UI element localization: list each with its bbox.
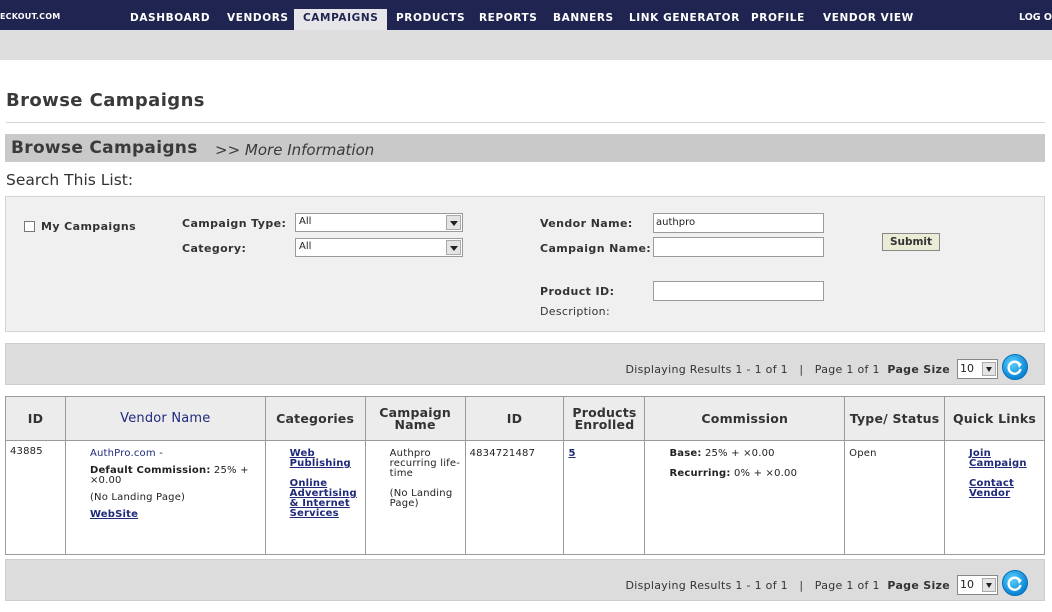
sub-nav-bar [0, 30, 1052, 60]
website-link[interactable]: WebSite [90, 510, 261, 520]
recurring-value: 0% + ×0.00 [733, 468, 798, 479]
cell-categories: Web Publishing Online Advertising & Inte… [264, 440, 366, 555]
results-summary: Displaying Results 1 - 1 of 1 | Page 1 o… [625, 579, 950, 592]
base-label: Base: [669, 448, 702, 459]
nav-vendors[interactable]: VENDORS [227, 9, 289, 30]
vendor-landing-page: (No Landing Page) [89, 492, 186, 503]
cell-commission: Base: 25% + ×0.00 Recurring: 0% + ×0.00 [644, 440, 846, 555]
results-summary: Displaying Results 1 - 1 of 1 | Page 1 o… [625, 363, 950, 376]
campaign-name-text: Authpro recurring life-time [389, 448, 461, 479]
product-id-label: Product ID: [540, 285, 615, 298]
more-information-link[interactable]: >> More Information [215, 141, 374, 159]
title-divider [6, 122, 1045, 123]
category-label: Category: [182, 242, 247, 255]
vendor-name-link[interactable]: AuthPro.com [90, 448, 156, 459]
nav-banners[interactable]: BANNERS [553, 9, 614, 30]
vendor-name-label: Vendor Name: [540, 217, 633, 230]
page-size-select[interactable]: 10 [957, 359, 998, 379]
page-indicator: Page 1 of 1 [814, 579, 880, 592]
search-form: My Campaigns Campaign Type: All Category… [5, 196, 1045, 332]
col-type-status: Type/ Status [844, 396, 945, 441]
cell-id: 43885 [5, 440, 66, 555]
recurring-label: Recurring: [669, 468, 731, 479]
category-web-publishing-link[interactable]: Web Publishing [290, 449, 361, 469]
description-label: Description: [540, 305, 610, 318]
page-size-label: Page Size [887, 363, 950, 376]
results-bar-bottom: Displaying Results 1 - 1 of 1 | Page 1 o… [5, 559, 1045, 601]
my-campaigns-label: My Campaigns [41, 220, 137, 233]
results-bar-top: Displaying Results 1 - 1 of 1 | Page 1 o… [5, 343, 1045, 385]
nav-dashboard[interactable]: DASHBOARD [130, 9, 210, 30]
category-online-advertising-link[interactable]: Online Advertising & Internet Services [290, 479, 361, 519]
refresh-icon[interactable] [1002, 570, 1028, 596]
contact-vendor-link[interactable]: Contact Vendor [969, 479, 1040, 499]
table-header-row: ID Vendor Name Categories Campaign Name … [5, 396, 1046, 441]
cell-products-enrolled: 5 [563, 440, 646, 555]
separator: | [799, 363, 804, 376]
nav-reports[interactable]: REPORTS [479, 9, 537, 30]
category-select[interactable]: All [295, 238, 463, 257]
vendor-name-input[interactable]: authpro [653, 213, 824, 233]
product-id-input[interactable] [653, 281, 824, 301]
chevron-down-icon[interactable] [982, 578, 996, 592]
section-title: Browse Campaigns [11, 138, 198, 158]
displaying-results-text: Displaying Results 1 - 1 of 1 [625, 579, 788, 592]
campaigns-table: ID Vendor Name Categories Campaign Name … [5, 396, 1046, 555]
page-indicator: Page 1 of 1 [814, 363, 880, 376]
col-vendor-name[interactable]: Vendor Name [64, 396, 266, 441]
chevron-down-icon[interactable] [446, 215, 461, 230]
page-size-value: 10 [960, 362, 974, 375]
nav-products[interactable]: PRODUCTS [396, 9, 465, 30]
page-size-select[interactable]: 10 [957, 575, 998, 595]
logout-link[interactable]: LOG O [1019, 12, 1052, 23]
cell-campaign-id: 4834721487 [464, 440, 565, 555]
nav-campaigns[interactable]: CAMPAIGNS [294, 9, 388, 30]
cell-status: Open [844, 440, 945, 555]
table-row: 43885 AuthPro.com - Default Commission: … [5, 440, 1046, 555]
cell-quick-links: Join Campaign Contact Vendor [943, 440, 1046, 555]
vendor-dash: - [159, 448, 164, 459]
cell-campaign-name: Authpro recurring life-time (No Landing … [364, 440, 466, 555]
page-size-label: Page Size [887, 579, 950, 592]
refresh-icon[interactable] [1002, 354, 1028, 380]
my-campaigns-checkbox[interactable] [24, 221, 35, 232]
nav-vendor-view[interactable]: VENDOR VIEW [823, 9, 914, 30]
col-campaign-name: Campaign Name [364, 396, 466, 441]
join-campaign-link[interactable]: Join Campaign [969, 449, 1040, 469]
campaign-type-select[interactable]: All [295, 213, 463, 232]
base-value: 25% + ×0.00 [704, 448, 775, 459]
logo: ECKOUT.COM [0, 12, 61, 21]
separator: | [799, 579, 804, 592]
products-enrolled-link[interactable]: 5 [568, 449, 640, 459]
chevron-down-icon[interactable] [982, 362, 996, 376]
page-size-value: 10 [960, 578, 974, 591]
search-heading: Search This List: [6, 171, 134, 189]
submit-button[interactable]: Submit [882, 233, 940, 251]
col-campaign-id: ID [464, 396, 565, 441]
nav-link-generator[interactable]: LINK GENERATOR [629, 9, 740, 30]
cell-vendor: AuthPro.com - Default Commission: 25% + … [64, 440, 266, 555]
col-id[interactable]: ID [5, 396, 66, 441]
col-products-enrolled: Products Enrolled [563, 396, 646, 441]
campaign-name-label: Campaign Name: [540, 242, 652, 255]
col-commission: Commission [644, 396, 846, 441]
top-nav-bar: ECKOUT.COM DASHBOARD VENDORS CAMPAIGNS P… [0, 0, 1052, 30]
category-value: All [299, 241, 312, 252]
displaying-results-text: Displaying Results 1 - 1 of 1 [625, 363, 788, 376]
page-title: Browse Campaigns [6, 90, 205, 111]
campaign-landing-page: (No Landing Page) [389, 488, 453, 509]
col-quick-links: Quick Links [943, 396, 1046, 441]
campaign-type-value: All [299, 216, 312, 227]
campaign-name-input[interactable] [653, 237, 824, 257]
section-header: Browse Campaigns >> More Information [5, 134, 1045, 162]
nav-profile[interactable]: PROFILE [751, 9, 805, 30]
col-categories: Categories [264, 396, 366, 441]
campaign-type-label: Campaign Type: [182, 217, 287, 230]
chevron-down-icon[interactable] [446, 240, 461, 255]
